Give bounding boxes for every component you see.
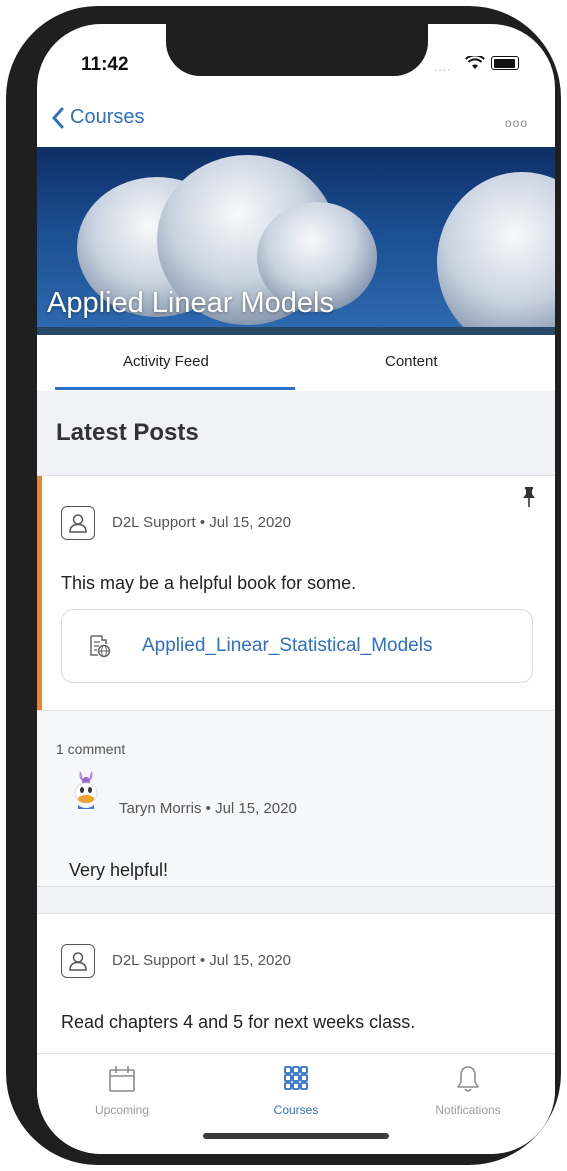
tab-notifications[interactable]: Notifications	[408, 1064, 528, 1117]
web-document-icon	[90, 635, 111, 658]
post-body: This may be a helpful book for some.	[61, 573, 357, 593]
tab-upcoming[interactable]: Upcoming	[62, 1064, 182, 1117]
app-screen: 11:42 .... Courses ooo Applied Linear Mo…	[37, 24, 555, 1154]
post-card[interactable]: D2L Support • Jul 15, 2020 Read chapters…	[37, 913, 555, 1054]
course-tabs: Activity Feed Content	[37, 335, 555, 391]
tab-notifications-label: Notifications	[435, 1103, 501, 1117]
tab-activity-feed[interactable]: Activity Feed	[123, 353, 209, 370]
attachment-link[interactable]: Applied_Linear_Statistical_Models	[142, 635, 432, 657]
course-title: Applied Linear Models	[47, 287, 334, 319]
bell-icon	[457, 1066, 479, 1092]
comment-body: Very helpful!	[69, 860, 169, 880]
default-avatar-icon	[61, 944, 95, 978]
comment-meta: Taryn Morris • Jul 15, 2020	[119, 800, 297, 817]
duck-avatar-icon	[74, 771, 98, 809]
cloud-image	[437, 172, 555, 333]
battery-icon	[491, 56, 519, 70]
default-avatar-icon	[61, 506, 95, 540]
tab-courses-label: Courses	[273, 1103, 319, 1117]
tab-courses[interactable]: Courses	[236, 1064, 356, 1117]
post-separator	[37, 887, 555, 913]
back-label: Courses	[70, 106, 145, 128]
pinned-accent-bar	[37, 476, 42, 710]
section-title: Latest Posts	[56, 419, 199, 446]
active-tab-indicator	[55, 387, 295, 390]
post-card[interactable]: D2L Support • Jul 15, 2020 This may be a…	[37, 475, 555, 711]
tab-content[interactable]: Content	[385, 353, 438, 370]
post-meta: D2L Support • Jul 15, 2020	[112, 952, 291, 969]
calendar-icon	[109, 1066, 135, 1092]
attachment-card[interactable]: Applied_Linear_Statistical_Models	[61, 609, 533, 683]
phone-frame: 11:42 .... Courses ooo Applied Linear Mo…	[6, 6, 561, 1165]
post-meta: D2L Support • Jul 15, 2020	[112, 514, 291, 531]
comments-section: 1 comment Taryn Morris • Jul 15, 2020 Ve…	[37, 711, 555, 887]
status-time: 11:42	[81, 54, 129, 75]
status-icons	[465, 56, 519, 70]
chevron-left-icon	[52, 107, 64, 128]
signal-indicator: ....	[434, 60, 452, 74]
post-body: Read chapters 4 and 5 for next weeks cla…	[61, 1012, 416, 1032]
more-options-button[interactable]: ooo	[505, 116, 528, 130]
banner-divider	[37, 327, 555, 335]
home-indicator[interactable]	[203, 1133, 389, 1139]
pin-icon[interactable]	[522, 486, 536, 508]
course-banner: Applied Linear Models	[37, 147, 555, 333]
back-button[interactable]: Courses	[51, 106, 144, 129]
notch	[166, 24, 428, 76]
section-header: Latest Posts	[37, 391, 555, 475]
tab-upcoming-label: Upcoming	[94, 1103, 150, 1117]
comment-count[interactable]: 1 comment	[56, 741, 125, 757]
nav-bar: Courses ooo	[37, 102, 555, 144]
wifi-icon	[465, 56, 485, 69]
grid-icon	[284, 1066, 308, 1090]
